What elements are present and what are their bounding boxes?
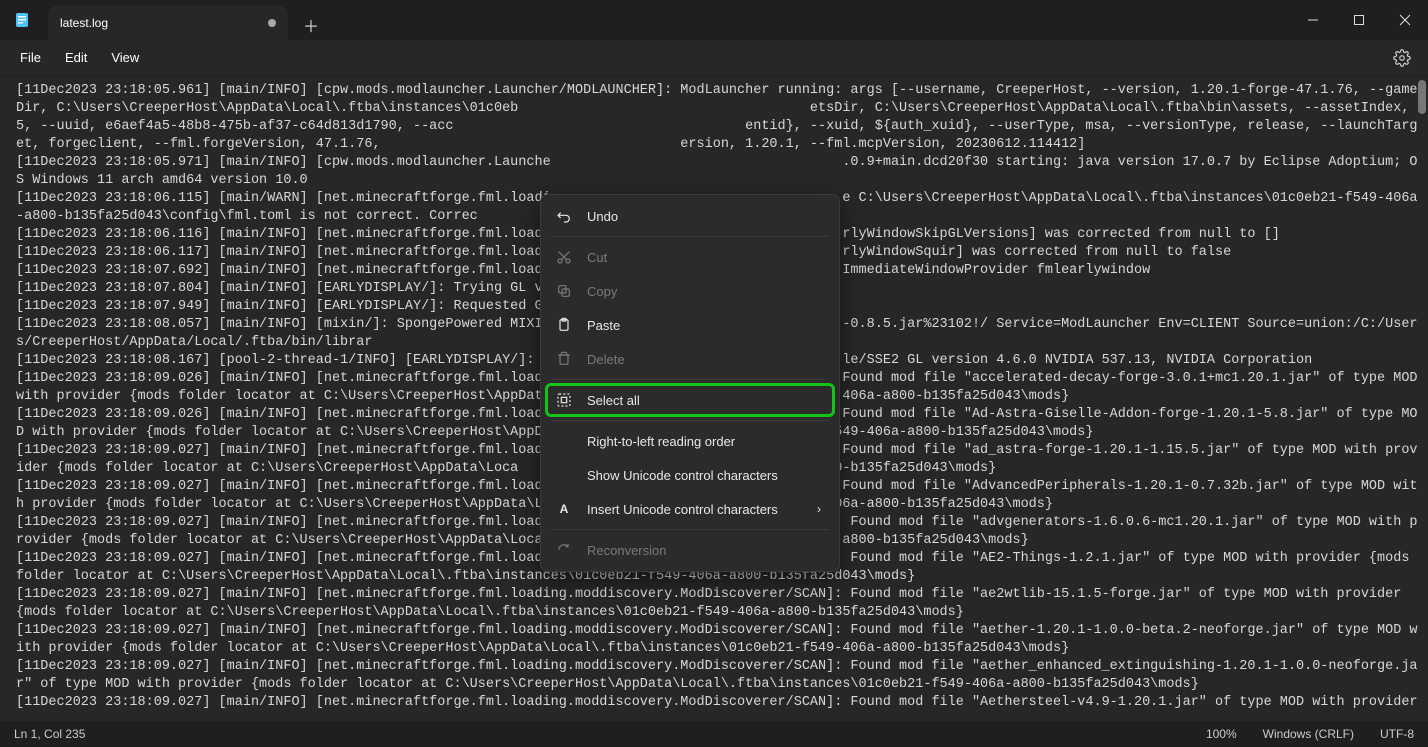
tab-title: latest.log xyxy=(60,16,108,30)
settings-button[interactable] xyxy=(1384,40,1420,76)
context-show-unicode[interactable]: Show Unicode control characters xyxy=(545,458,835,492)
vertical-scrollbar[interactable] xyxy=(1416,76,1428,721)
tab-latest-log[interactable]: latest.log xyxy=(48,6,288,40)
context-reconversion: Reconversion xyxy=(545,533,835,567)
chevron-right-icon: › xyxy=(817,502,821,516)
menu-edit[interactable]: Edit xyxy=(53,44,99,71)
context-cut: Cut xyxy=(545,240,835,274)
context-copy: Copy xyxy=(545,274,835,308)
context-delete: Delete xyxy=(545,342,835,376)
separator xyxy=(551,529,829,530)
unsaved-indicator-icon xyxy=(268,19,276,27)
context-paste-label: Paste xyxy=(587,318,620,333)
plus-icon: ＋ xyxy=(303,13,319,37)
tabstrip: latest.log ＋ xyxy=(44,0,326,40)
context-rtl-label: Right-to-left reading order xyxy=(587,434,735,449)
context-undo[interactable]: Undo xyxy=(545,199,835,233)
delete-icon xyxy=(555,350,573,368)
paste-icon xyxy=(555,316,573,334)
titlebar: latest.log ＋ xyxy=(0,0,1428,40)
copy-icon xyxy=(555,282,573,300)
context-insert-unicode[interactable]: A Insert Unicode control characters › xyxy=(545,492,835,526)
menu-view[interactable]: View xyxy=(99,44,151,71)
context-copy-label: Copy xyxy=(587,284,617,299)
menu-file[interactable]: File xyxy=(8,44,53,71)
status-zoom[interactable]: 100% xyxy=(1206,727,1237,741)
blank-icon xyxy=(555,432,573,450)
separator xyxy=(551,236,829,237)
cut-icon xyxy=(555,248,573,266)
ime-icon: A xyxy=(555,500,573,518)
notepad-app-icon xyxy=(14,12,30,28)
statusbar: Ln 1, Col 235 100% Windows (CRLF) UTF-8 xyxy=(0,721,1428,747)
reconversion-icon xyxy=(555,541,573,559)
status-eol[interactable]: Windows (CRLF) xyxy=(1263,727,1354,741)
separator xyxy=(551,379,829,380)
context-menu: Undo Cut Copy Paste Delete Select all Ri… xyxy=(540,194,840,572)
close-button[interactable] xyxy=(1382,0,1428,40)
blank-icon xyxy=(555,466,573,484)
context-delete-label: Delete xyxy=(587,352,625,367)
context-cut-label: Cut xyxy=(587,250,607,265)
context-insert-unicode-label: Insert Unicode control characters xyxy=(587,502,778,517)
menubar: File Edit View xyxy=(0,40,1428,76)
minimize-button[interactable] xyxy=(1290,0,1336,40)
maximize-button[interactable] xyxy=(1336,0,1382,40)
undo-icon xyxy=(555,207,573,225)
context-select-all[interactable]: Select all xyxy=(545,383,835,417)
context-select-all-label: Select all xyxy=(587,393,640,408)
select-all-icon xyxy=(555,391,573,409)
editor-area: [11Dec2023 23:18:05.961] [main/INFO] [cp… xyxy=(0,76,1428,721)
context-show-unicode-label: Show Unicode control characters xyxy=(587,468,778,483)
window-controls xyxy=(1290,0,1428,40)
scrollbar-track[interactable] xyxy=(1416,76,1428,721)
newtab-button[interactable]: ＋ xyxy=(296,10,326,40)
scrollbar-thumb[interactable] xyxy=(1418,80,1426,114)
context-undo-label: Undo xyxy=(587,209,618,224)
status-encoding[interactable]: UTF-8 xyxy=(1380,727,1414,741)
separator xyxy=(551,420,829,421)
gear-icon xyxy=(1393,49,1411,67)
context-reconversion-label: Reconversion xyxy=(587,543,667,558)
context-paste[interactable]: Paste xyxy=(545,308,835,342)
status-cursor-position: Ln 1, Col 235 xyxy=(14,727,85,741)
context-rtl[interactable]: Right-to-left reading order xyxy=(545,424,835,458)
